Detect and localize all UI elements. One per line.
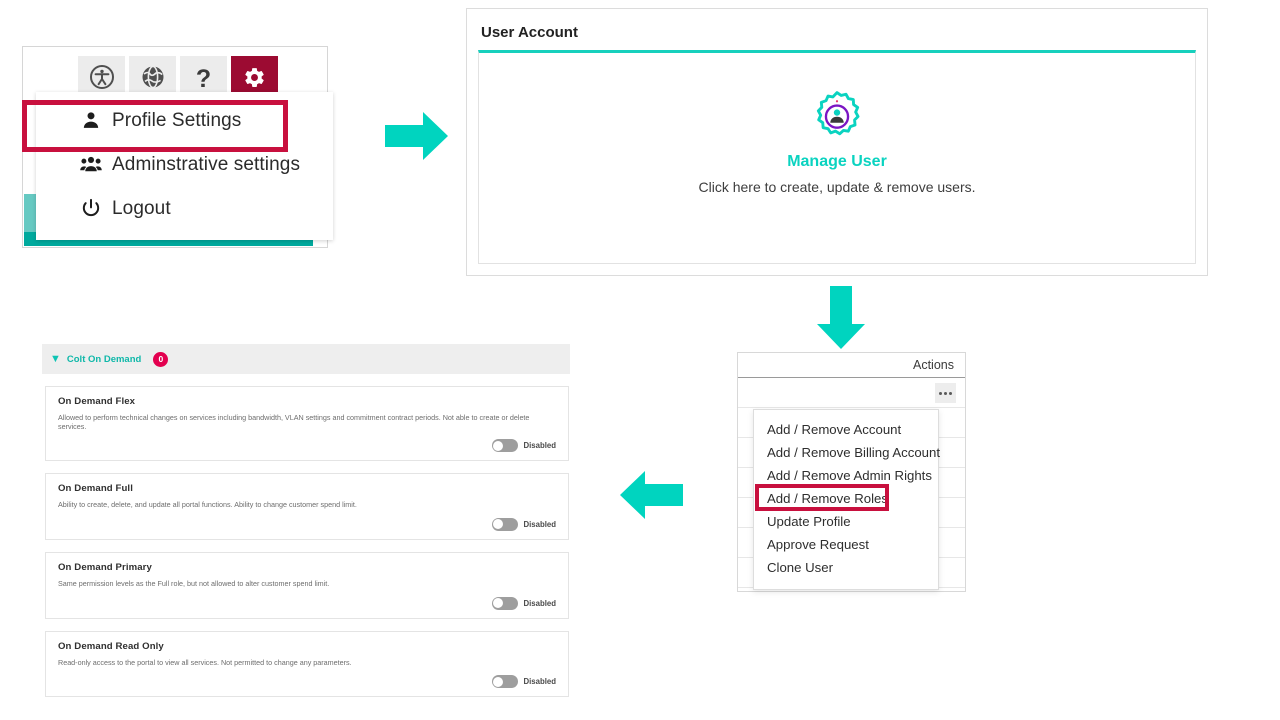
toggle-knob [493,519,503,529]
role-card: On Demand Full Ability to create, delete… [45,473,569,540]
role-card: On Demand Primary Same permission levels… [45,552,569,619]
ellipsis-icon[interactable] [935,383,956,403]
table-row[interactable] [738,378,965,408]
accessibility-icon [90,65,114,94]
manage-user-label: Manage User [787,153,887,171]
toggle-knob [493,598,503,608]
role-description: Allowed to perform technical changes on … [58,414,556,431]
user-account-panel: User Account Manage User Click here to c… [466,8,1208,276]
arrow-right-to-user-account [385,112,448,165]
role-toggle-row: Disabled [58,439,556,452]
role-toggle-label: Disabled [524,441,557,450]
role-card: On Demand Read Only Read-only access to … [45,631,569,698]
toggle-knob [493,441,503,451]
arrow-left-to-roles [620,471,683,524]
roles-panel: ▼ Colt On Demand 0 On Demand Flex Allowe… [42,344,570,697]
roles-group-count-badge: 0 [153,352,168,367]
role-toggle-label: Disabled [524,599,557,608]
role-description: Read-only access to the portal to view a… [58,659,556,668]
role-toggle[interactable] [492,675,518,688]
table-column-header-actions: Actions [738,353,965,378]
menu-item-label: Adminstrative settings [112,155,300,174]
role-card: On Demand Flex Allowed to perform techni… [45,386,569,461]
dropdown-item-add-remove-account[interactable]: Add / Remove Account [754,418,938,441]
users-icon [80,154,102,174]
toggle-knob [493,677,503,687]
role-description: Ability to create, delete, and update al… [58,501,556,510]
menu-item-label: Logout [112,199,171,218]
manage-user-tile[interactable]: Manage User Click here to create, update… [478,50,1196,264]
highlight-box-add-remove-roles [755,484,889,511]
power-icon [80,198,102,218]
role-title: On Demand Full [58,483,556,494]
chevron-down-icon: ▼ [50,354,61,365]
roles-group-label: Colt On Demand [67,354,141,365]
gear-icon [243,66,266,94]
help-icon: ? [196,67,211,92]
role-toggle-label: Disabled [524,677,557,686]
page-title: User Account [481,24,578,41]
role-title: On Demand Primary [58,562,556,573]
role-toggle[interactable] [492,518,518,531]
role-toggle-row: Disabled [58,675,556,688]
role-toggle-label: Disabled [524,520,557,529]
role-toggle[interactable] [492,597,518,610]
manage-user-description: Click here to create, update & remove us… [698,179,975,195]
role-toggle-row: Disabled [58,597,556,610]
globe-icon [141,65,165,94]
dropdown-item-add-remove-billing-account[interactable]: Add / Remove Billing Account [754,441,938,464]
role-title: On Demand Read Only [58,641,556,652]
highlight-box-profile-settings [22,100,288,152]
arrow-down-to-actions [817,286,865,354]
menu-item-logout[interactable]: Logout [36,186,333,230]
dropdown-item-update-profile[interactable]: Update Profile [754,510,938,533]
role-toggle-row: Disabled [58,518,556,531]
dropdown-item-clone-user[interactable]: Clone User [754,556,938,579]
role-toggle[interactable] [492,439,518,452]
role-description: Same permission levels as the Full role,… [58,580,556,589]
gear-user-icon [808,89,866,147]
role-title: On Demand Flex [58,396,556,407]
roles-group-header[interactable]: ▼ Colt On Demand 0 [42,344,570,374]
dropdown-item-approve-request[interactable]: Approve Request [754,533,938,556]
